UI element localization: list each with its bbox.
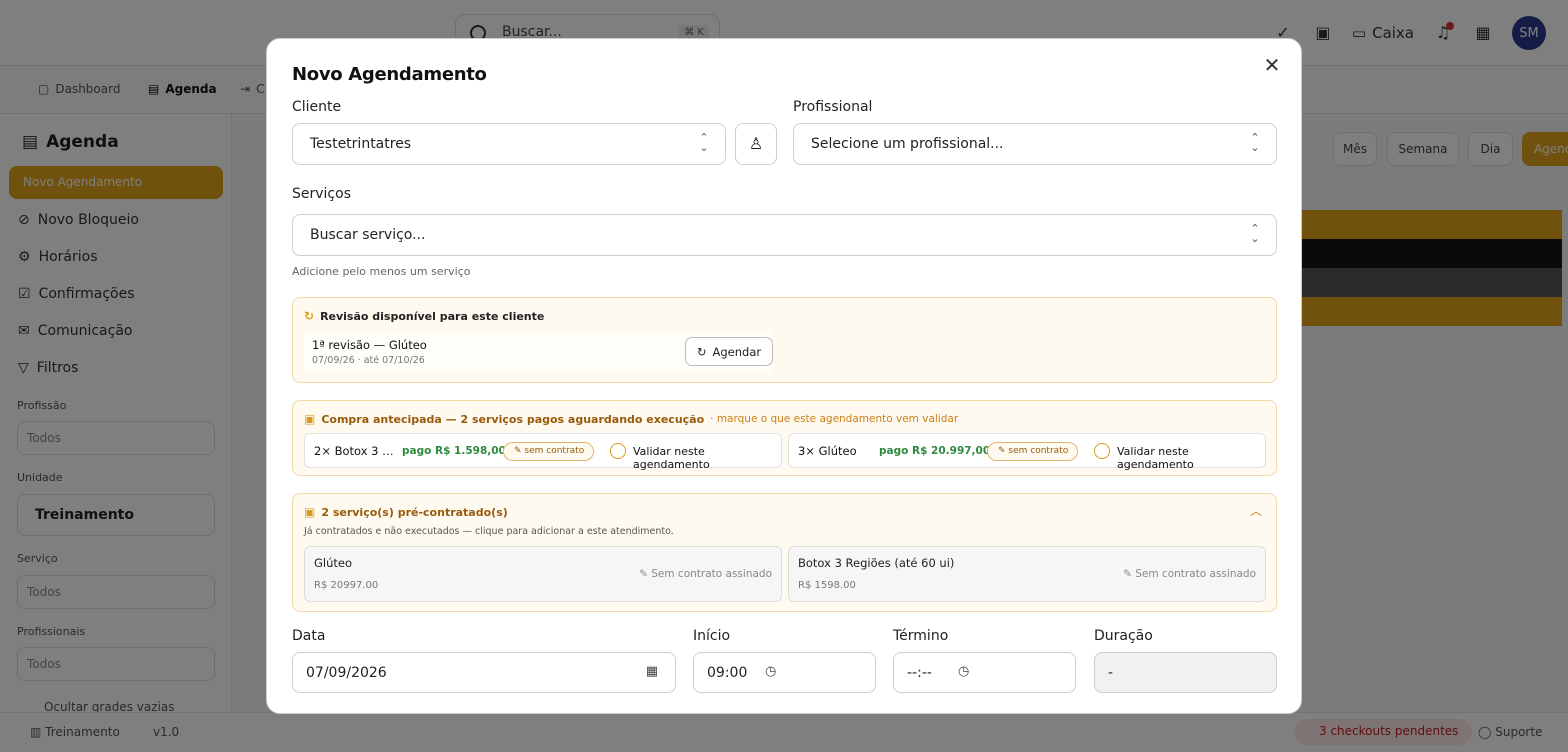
prepaid-item[interactable]: 2× Botox 3 R... pago R$ 1.598,00 ✎ sem c…: [304, 433, 782, 471]
prepaid-item-paid: pago R$ 20.997,00: [879, 445, 991, 457]
edit-icon: ✎: [639, 568, 652, 580]
start-time-value: 09:00: [707, 665, 748, 681]
validate-label[interactable]: Validar neste agendamento: [633, 445, 781, 471]
modal-title: Novo Agendamento: [292, 64, 487, 85]
precontracted-item-price: R$ 20997.00: [314, 580, 379, 591]
schedule-revision-label: Agendar: [712, 344, 762, 359]
prepaid-item-name: 3× Glúteo: [798, 444, 857, 458]
contract-status-text: Sem contrato assinado: [651, 568, 772, 580]
prepaid-header: ▣ Compra antecipada — 2 serviços pagos a…: [304, 412, 958, 426]
schedule-revision-button[interactable]: ↻ Agendar: [685, 337, 773, 366]
prepaid-subheader: · marque o que este agendamento vem vali…: [710, 413, 959, 425]
duracao-label: Duração: [1094, 628, 1153, 644]
clock-icon[interactable]: ◷: [765, 664, 776, 679]
precontracted-header[interactable]: ▣ 2 serviço(s) pré-contratado(s): [304, 505, 508, 519]
client-profile-button[interactable]: ♙: [735, 123, 777, 165]
precontracted-description: Já contratados e não executados — clique…: [304, 526, 674, 537]
chevron-up-icon[interactable]: ︿: [1250, 502, 1262, 519]
user-icon: ♙: [748, 134, 764, 153]
profissional-label: Profissional: [793, 99, 873, 115]
validate-radio[interactable]: [610, 443, 626, 459]
validate-label[interactable]: Validar neste agendamento: [1117, 445, 1265, 471]
chevron-up-down-icon: ⌃ ⌄: [699, 131, 709, 154]
termino-label: Término: [893, 628, 949, 644]
chevron-up-down-icon: ⌃ ⌄: [1250, 222, 1260, 245]
end-time-value: --:--: [907, 665, 932, 681]
clock-icon[interactable]: ◷: [958, 664, 969, 679]
no-contract-badge: ✎ sem contrato: [987, 442, 1079, 461]
shopping-bag-icon: ▣: [304, 412, 316, 426]
precontracted-panel: ▣ 2 serviço(s) pré-contratado(s) ︿ Já co…: [292, 493, 1277, 612]
prepaid-panel: ▣ Compra antecipada — 2 serviços pagos a…: [292, 400, 1277, 476]
validate-radio[interactable]: [1094, 443, 1110, 459]
precontracted-item-price: R$ 1598.00: [798, 580, 856, 591]
servicos-label: Serviços: [292, 186, 351, 202]
inicio-label: Início: [693, 628, 731, 644]
duration-value: -: [1108, 665, 1114, 681]
no-contract-badge-text: sem contrato: [524, 446, 585, 456]
date-value: 07/09/2026: [306, 665, 387, 681]
revision-header-text: Revisão disponível para este cliente: [320, 309, 545, 323]
close-icon[interactable]: ✕: [1261, 53, 1283, 77]
calendar-icon[interactable]: ▦: [646, 664, 658, 679]
data-label: Data: [292, 628, 326, 644]
duration-field: -: [1094, 652, 1277, 693]
revision-title: 1ª revisão — Glúteo: [312, 338, 427, 352]
revision-header: ↻ Revisão disponível para este cliente: [304, 309, 544, 323]
prepaid-item[interactable]: 3× Glúteo pago R$ 20.997,00 ✎ sem contra…: [788, 433, 1266, 471]
precontracted-item[interactable]: Botox 3 Regiões (até 60 ui) R$ 1598.00 ✎…: [788, 546, 1266, 602]
edit-icon: ✎: [514, 446, 525, 456]
refresh-icon: ↻: [304, 309, 315, 323]
new-appointment-modal: Novo Agendamento ✕ Cliente Testetrintatr…: [266, 38, 1302, 714]
prepaid-item-name: 2× Botox 3 R...: [314, 444, 396, 458]
cliente-label: Cliente: [292, 99, 342, 115]
cliente-value: Testetrintatres: [310, 136, 412, 152]
edit-icon: ✎: [1123, 568, 1136, 580]
refresh-icon: ↻: [696, 344, 707, 359]
shopping-bag-icon: ▣: [304, 505, 316, 519]
date-input[interactable]: 07/09/2026 ▦: [292, 652, 676, 693]
servico-placeholder: Buscar serviço...: [310, 227, 426, 243]
chevron-up-down-icon: ⌃ ⌄: [1250, 131, 1260, 154]
contract-status: ✎ Sem contrato assinado: [1123, 568, 1256, 580]
precontracted-item-name: Glúteo: [314, 556, 353, 570]
contract-status-text: Sem contrato assinado: [1135, 568, 1256, 580]
start-time-input[interactable]: 09:00 ◷: [693, 652, 876, 693]
servicos-hint: Adicione pelo menos um serviço: [292, 265, 471, 278]
cliente-select[interactable]: Testetrintatres ⌃ ⌄: [292, 123, 726, 165]
revision-panel: ↻ Revisão disponível para este cliente 1…: [292, 297, 1277, 383]
profissional-select[interactable]: Selecione um profissional... ⌃ ⌄: [793, 123, 1277, 165]
servico-search-select[interactable]: Buscar serviço... ⌃ ⌄: [292, 214, 1277, 256]
prepaid-item-paid: pago R$ 1.598,00: [402, 445, 506, 457]
prepaid-header-text: Compra antecipada — 2 serviços pagos agu…: [321, 412, 705, 426]
edit-icon: ✎: [998, 446, 1009, 456]
precontracted-item[interactable]: Glúteo R$ 20997.00 ✎ Sem contrato assina…: [304, 546, 782, 602]
precontracted-header-text: 2 serviço(s) pré-contratado(s): [321, 505, 508, 519]
contract-status: ✎ Sem contrato assinado: [639, 568, 772, 580]
end-time-input[interactable]: --:-- ◷: [893, 652, 1076, 693]
revision-item: 1ª revisão — Glúteo 07/09/26 · até 07/10…: [304, 330, 774, 374]
profissional-placeholder: Selecione um profissional...: [811, 136, 1004, 152]
precontracted-item-name: Botox 3 Regiões (até 60 ui): [798, 556, 955, 570]
no-contract-badge: ✎ sem contrato: [503, 442, 595, 461]
no-contract-badge-text: sem contrato: [1008, 446, 1069, 456]
revision-dates: 07/09/26 · até 07/10/26: [312, 355, 425, 366]
